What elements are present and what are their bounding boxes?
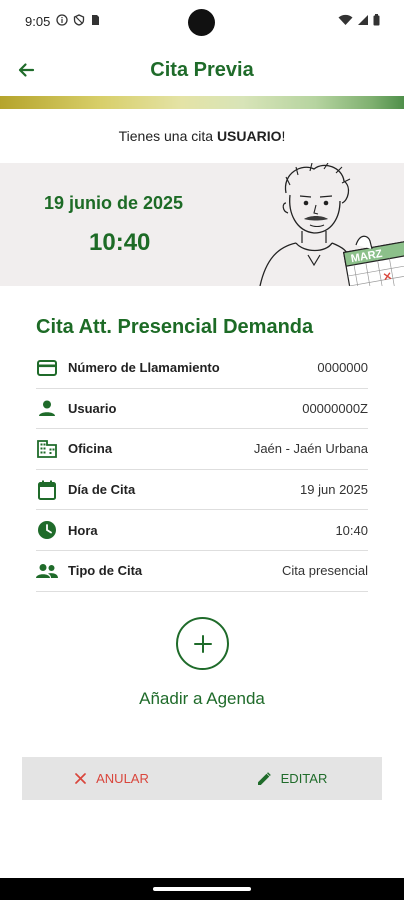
calendar-icon — [36, 479, 58, 501]
info-icon — [56, 14, 68, 26]
people-icon — [36, 560, 58, 582]
cancel-appointment-button[interactable]: ANULAR — [22, 757, 202, 800]
greeting-prefix: Tienes una cita — [118, 128, 217, 144]
wifi-icon — [338, 14, 353, 25]
clock-icon — [36, 519, 58, 541]
greeting-text: Tienes una cita USUARIO! — [0, 128, 404, 144]
home-indicator[interactable] — [153, 887, 251, 891]
banner-date: 19 junio de 2025 — [44, 193, 184, 213]
greeting-user: USUARIO — [216, 128, 282, 144]
detail-label: Número de Llamamiento — [68, 360, 220, 376]
detail-label: Día de Cita — [68, 482, 136, 498]
detail-row-call-number: Número de Llamamiento 0000000 — [36, 348, 368, 389]
add-to-agenda-button[interactable] — [176, 617, 229, 670]
add-to-agenda-label[interactable]: Añadir a Agenda — [0, 689, 404, 709]
status-bar: 9:05 — [0, 0, 404, 44]
sim-card-icon — [92, 15, 99, 25]
page-title: Cita Previa — [150, 59, 254, 81]
shield-icon — [73, 14, 85, 26]
building-icon — [36, 438, 58, 460]
edit-appointment-button[interactable]: EDITAR — [202, 757, 382, 800]
card-icon — [36, 357, 58, 379]
greeting-suffix: ! — [281, 128, 286, 144]
action-bar: ANULAR EDITAR — [22, 757, 382, 800]
status-time: 9:05 — [25, 14, 51, 29]
detail-value: 0000000 — [317, 360, 368, 376]
detail-value: Cita presencial — [282, 563, 368, 579]
cancel-label: ANULAR — [96, 771, 149, 786]
detail-row-office: Oficina Jaén - Jaén Urbana — [36, 429, 368, 470]
person-with-calendar-illustration: MARZ — [259, 163, 404, 286]
detail-label: Usuario — [68, 400, 117, 416]
battery-icon — [373, 14, 380, 26]
system-navigation-bar — [0, 878, 404, 900]
detail-row-date: Día de Cita 19 jun 2025 — [36, 470, 368, 511]
detail-value: 19 jun 2025 — [300, 482, 368, 498]
detail-row-user: Usuario 00000000Z — [36, 389, 368, 430]
appointment-details-card: Cita Att. Presencial Demanda Número de L… — [36, 308, 368, 592]
signal-icon — [358, 15, 368, 25]
edit-label: EDITAR — [280, 771, 328, 786]
detail-value: 00000000Z — [302, 400, 368, 416]
brand-gradient-bar — [0, 96, 404, 109]
detail-label: Hora — [68, 522, 98, 538]
appointment-date-banner: 19 junio de 2025 10:40 MARZ — [0, 163, 404, 286]
person-icon — [36, 397, 58, 419]
detail-label: Tipo de Cita — [68, 563, 143, 579]
pencil-icon — [257, 771, 271, 785]
app-bar: Cita Previa — [0, 44, 404, 96]
detail-row-time: Hora 10:40 — [36, 510, 368, 551]
front-camera — [188, 9, 215, 36]
detail-row-type: Tipo de Cita Cita presencial — [36, 551, 368, 592]
detail-value: Jaén - Jaén Urbana — [253, 441, 368, 457]
banner-time: 10:40 — [89, 229, 151, 256]
detail-label: Oficina — [68, 441, 113, 457]
plus-icon — [193, 634, 212, 653]
appointment-title: Cita Att. Presencial Demanda — [36, 316, 314, 338]
detail-value: 10:40 — [335, 522, 368, 538]
close-icon — [75, 773, 86, 784]
